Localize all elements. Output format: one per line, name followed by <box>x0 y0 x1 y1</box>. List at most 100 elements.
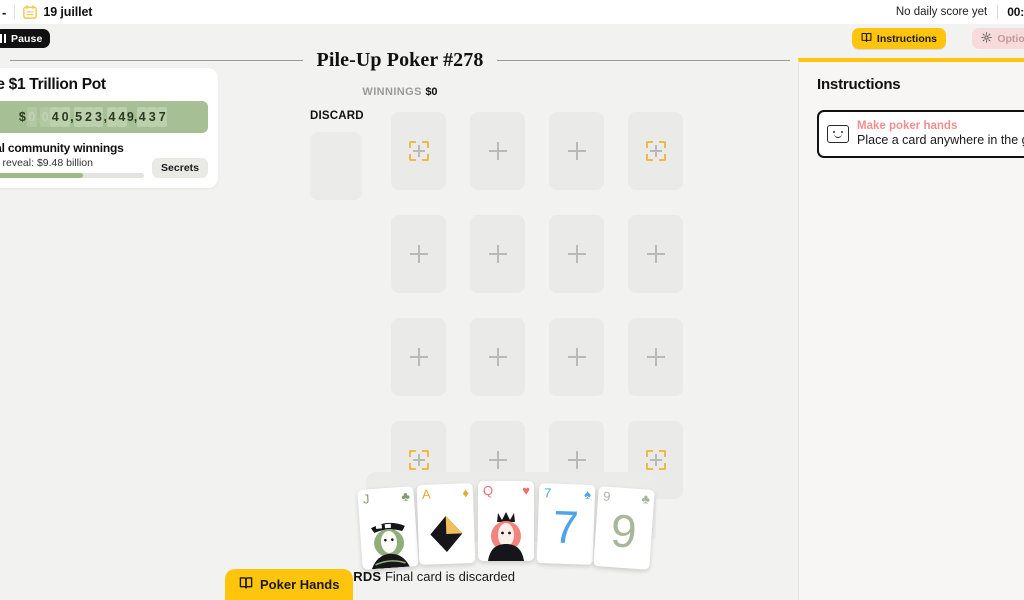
card-rank: Q <box>483 483 494 498</box>
discard-slot[interactable] <box>310 132 362 200</box>
card-rank: 9 <box>602 488 611 504</box>
options-button[interactable]: Options <box>972 28 1024 49</box>
topbar-left-group: - 19 juillet <box>0 5 92 19</box>
card-rank: J <box>362 491 370 507</box>
pause-button-label: Pause <box>11 32 43 45</box>
plus-icon <box>567 451 586 469</box>
grid-cell-4[interactable] <box>391 215 446 293</box>
pot-digit: 4 <box>50 107 61 127</box>
bonus-corner-icon <box>408 141 429 161</box>
card-grid <box>391 112 683 499</box>
instructions-panel: Instructions Make poker hands Place a ca… <box>798 58 1024 600</box>
calendar-icon <box>23 5 38 19</box>
instruction-step-card: Make poker hands Place a card anywhere i… <box>817 110 1024 158</box>
pot-digit: 0 <box>60 107 71 127</box>
grid-cell-1[interactable] <box>470 112 525 190</box>
plus-icon <box>567 245 586 263</box>
pot-digit: 9 <box>126 110 134 124</box>
card-art-jack <box>370 522 410 570</box>
hand-card-9-clubs[interactable]: 9 ♣ 9 <box>593 486 655 570</box>
page-title: Pile-Up Poker #278 <box>316 48 484 71</box>
nav-divider <box>14 5 16 19</box>
hand-card-A-diamonds[interactable]: A ♦ <box>416 483 476 565</box>
hand-card-7-spades[interactable]: 7 ♠ 7 <box>536 483 596 565</box>
hand-card-J-clubs[interactable]: J ♣ <box>357 486 419 570</box>
gear-icon <box>981 31 993 46</box>
topbar-right-group: No daily score yet 00: <box>896 5 1024 19</box>
plus-icon <box>409 348 428 366</box>
game-app: - 19 juillet No daily score yet 00: Paus… <box>0 0 1024 600</box>
pot-digit: 3 <box>93 107 104 127</box>
poker-hands-button-label: Poker Hands <box>260 577 340 592</box>
grid-cell-2[interactable] <box>549 112 604 190</box>
pot-reveal-row: Next reveal: $9.48 billion Secrets <box>0 157 208 178</box>
discard-label: DISCARD <box>310 110 364 122</box>
pause-icon <box>0 34 6 43</box>
discard-area: DISCARD <box>310 110 364 200</box>
hand-card-Q-hearts[interactable]: Q ♥ <box>478 481 534 561</box>
grid-cell-6[interactable] <box>549 215 604 293</box>
card-art-ace-diamond <box>430 516 463 552</box>
nav-dash-label: - <box>2 4 7 20</box>
bonus-corner-icon <box>645 450 666 470</box>
grid-cell-0[interactable] <box>391 112 446 190</box>
grid-cell-10[interactable] <box>549 318 604 396</box>
date-picker[interactable]: 19 juillet <box>23 5 92 19</box>
pot-digit: 2 <box>83 107 94 127</box>
grid-cell-8[interactable] <box>391 318 446 396</box>
grid-cell-9[interactable] <box>470 318 525 396</box>
grid-cell-11[interactable] <box>628 318 683 396</box>
pot-digit: 4 <box>137 107 148 127</box>
card-art-queen <box>488 512 524 561</box>
plus-icon <box>567 348 586 366</box>
plus-icon <box>488 451 507 469</box>
winnings-readout: WINNINGS $0 <box>0 86 800 98</box>
plus-icon <box>646 348 665 366</box>
pot-progress-bar <box>0 173 145 178</box>
pot-digit: 4 <box>106 107 117 127</box>
poker-hands-button[interactable]: Poker Hands <box>225 569 354 600</box>
play-instruction: PLAY 4 CARDS Final card is discarded <box>0 569 800 584</box>
smiley-face-icon <box>827 125 849 143</box>
card-rank: 7 <box>543 485 552 501</box>
pot-counter: $ 0, 0 4 0, 5 2 3, 4 4 9, 4 3 7 <box>0 101 208 133</box>
title-rule-right <box>497 59 790 61</box>
grid-cell-7[interactable] <box>628 215 683 293</box>
pot-digit: 7 <box>157 107 168 127</box>
card-suit-spades-icon: ♠ <box>583 486 592 502</box>
grid-cell-5[interactable] <box>470 215 525 293</box>
instruction-heading: Make poker hands <box>857 120 958 132</box>
winnings-label: WINNINGS <box>362 86 422 98</box>
daily-score-label: No daily score yet <box>895 6 988 18</box>
plus-icon <box>409 245 428 263</box>
player-hand: J ♣ A ♦ Q ♥ 7 ♠ 7 9 ♣ 9 <box>357 476 658 572</box>
instruction-body: Place a card anywhere in the grid. <box>857 133 1024 148</box>
top-navigation-bar: - 19 juillet No daily score yet 00: <box>0 0 1024 24</box>
game-timer: 00: <box>1007 5 1024 19</box>
instruction-text-group: Make poker hands Place a card anywhere i… <box>857 119 1024 149</box>
pot-digit: 5 <box>73 107 84 127</box>
book-icon <box>861 32 872 46</box>
bonus-corner-icon <box>408 450 429 470</box>
pot-next-reveal: Next reveal: $9.48 billion <box>0 157 93 169</box>
date-label: 19 juillet <box>43 5 93 19</box>
bonus-corner-icon <box>645 141 666 161</box>
instructions-button[interactable]: Instructions <box>851 28 946 49</box>
card-suit-clubs-icon: ♣ <box>641 491 651 507</box>
pot-reveal-group: Next reveal: $9.48 billion <box>0 157 152 178</box>
pot-digit: 0 <box>26 107 37 127</box>
title-rule-left <box>10 59 303 61</box>
grid-cell-3[interactable] <box>628 112 683 190</box>
pot-digit: 0 <box>40 107 51 127</box>
pot-subtitle: Total community winnings <box>0 141 124 155</box>
card-big-rank: 9 <box>609 504 639 558</box>
secrets-button[interactable]: Secrets <box>152 158 208 178</box>
plus-icon <box>646 245 665 263</box>
instructions-button-label: Instructions <box>876 32 937 45</box>
instructions-panel-title: Instructions <box>817 76 901 93</box>
pot-digit: 4 <box>116 107 127 127</box>
plus-icon <box>488 142 507 160</box>
plus-icon <box>488 245 507 263</box>
card-rank: A <box>421 486 431 502</box>
card-suit-clubs-icon: ♣ <box>400 488 411 504</box>
